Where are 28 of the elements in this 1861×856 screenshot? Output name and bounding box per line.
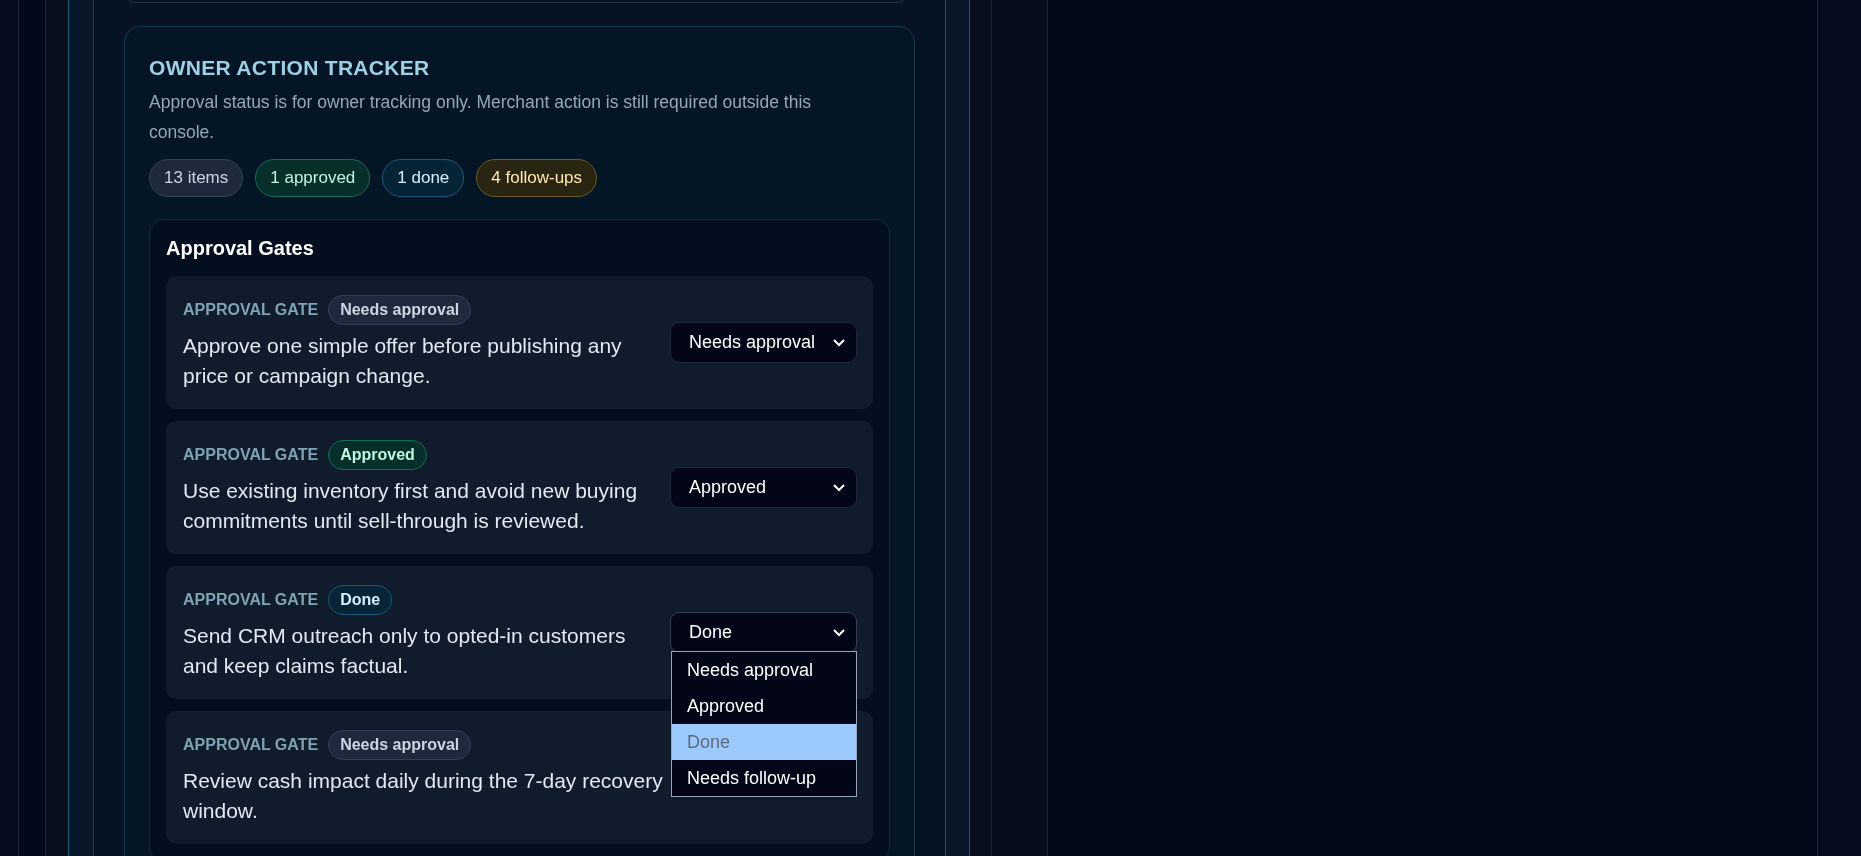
gate-description: Approve one simple offer before publishing any price or campaign change. [183, 332, 623, 389]
dropdown-option[interactable]: Needs follow-up [672, 760, 856, 796]
dropdown-option[interactable]: Needs approval [672, 652, 856, 688]
chevron-icon [832, 482, 846, 493]
panel-description: Approval status is for owner tracking only. Merchant action is still required outside this console. [149, 91, 813, 144]
status-select[interactable]: Approved [670, 467, 857, 508]
status-badge: Needs approval [328, 729, 472, 760]
summary-badge: 13 items [149, 159, 244, 197]
status-badge: Done [328, 584, 393, 615]
chevron-icon [832, 627, 846, 638]
section-title: Approval Gates [166, 237, 315, 260]
summary-badge: 4 follow-ups [476, 159, 598, 197]
gate-label: APPROVAL GATE [183, 445, 319, 464]
status-badge: Needs approval [328, 294, 472, 325]
dropdown-option[interactable]: Approved [672, 688, 856, 724]
gate-label: APPROVAL GATE [183, 735, 319, 754]
chevron-icon [832, 337, 846, 348]
status-badge: Approved [328, 439, 427, 470]
status-select[interactable]: Needs approval [670, 322, 857, 363]
gate-label: APPROVAL GATE [183, 300, 319, 319]
gate-description: Review cash impact daily during the 7-day recovery window. [183, 767, 663, 824]
panel-title: OWNER ACTION TRACKER [149, 56, 431, 80]
summary-badge: 1 approved [255, 159, 371, 197]
gate-label: APPROVAL GATE [183, 590, 319, 609]
status-select[interactable]: Done [670, 612, 857, 653]
summary-badge: 1 done [382, 159, 465, 197]
gate-description: Use existing inventory first and avoid new buying commitments until sell-through is reviewed. [183, 477, 639, 534]
gate-description: Send CRM outreach only to opted-in customers and keep claims factual. [183, 622, 627, 679]
